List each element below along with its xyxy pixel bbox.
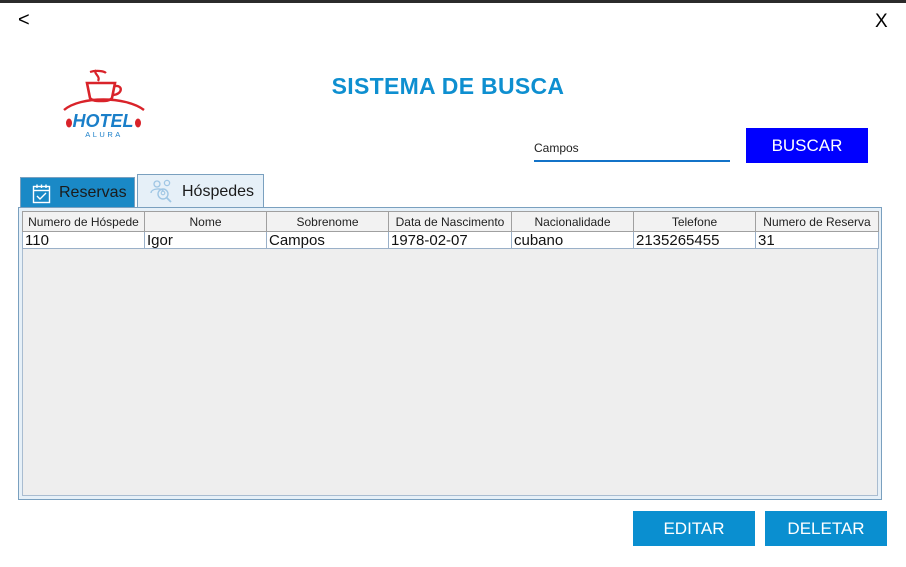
table-cell[interactable]: Igor <box>144 231 267 249</box>
column-header[interactable]: Telefone <box>633 211 756 232</box>
table-cell[interactable]: 110 <box>22 231 145 249</box>
guests-table-scrollpane[interactable]: Numero de Hóspede Nome Sobrenome Data de… <box>22 211 879 496</box>
column-header[interactable]: Sobrenome <box>266 211 389 232</box>
column-header[interactable]: Numero de Hóspede <box>22 211 145 232</box>
logo-text-main: HOTEL <box>73 111 134 131</box>
column-header[interactable]: Numero de Reserva <box>755 211 879 232</box>
table-cell[interactable]: cubano <box>511 231 634 249</box>
search-input[interactable] <box>534 136 730 162</box>
calendar-icon <box>31 183 53 205</box>
search-button[interactable]: BUSCAR <box>746 128 868 163</box>
logo-text-sub: ALURA <box>85 130 123 139</box>
column-header[interactable]: Data de Nascimento <box>388 211 512 232</box>
guests-search-icon <box>149 178 175 204</box>
window-top-border <box>0 0 906 3</box>
tab-hospedes-label: Hóspedes <box>182 183 255 200</box>
edit-button[interactable]: EDITAR <box>633 511 755 546</box>
table-header-row: Numero de Hóspede Nome Sobrenome Data de… <box>22 211 879 232</box>
coffee-cup-icon: HOTEL ALURA <box>63 69 145 139</box>
guests-table[interactable]: Numero de Hóspede Nome Sobrenome Data de… <box>22 211 879 249</box>
tab-reservas[interactable]: Reservas <box>20 177 135 208</box>
page-title: SISTEMA DE BUSCA <box>331 73 565 99</box>
table-cell[interactable]: 1978-02-07 <box>388 231 512 249</box>
table-cell[interactable]: 2135265455 <box>633 231 756 249</box>
back-button[interactable]: < <box>18 10 30 30</box>
tab-hospedes[interactable]: Hóspedes <box>137 174 264 208</box>
table-cell[interactable]: 31 <box>755 231 879 249</box>
table-row[interactable]: 110 Igor Campos 1978-02-07 cubano 213526… <box>22 231 879 249</box>
table-cell[interactable]: Campos <box>266 231 389 249</box>
delete-button[interactable]: DELETAR <box>765 511 887 546</box>
column-header[interactable]: Nacionalidade <box>511 211 634 232</box>
tab-content-panel: Numero de Hóspede Nome Sobrenome Data de… <box>18 207 882 500</box>
hotel-alura-logo: HOTEL ALURA <box>60 66 152 140</box>
tab-reservas-label: Reservas <box>59 184 127 201</box>
close-button[interactable]: X <box>875 12 888 32</box>
column-header[interactable]: Nome <box>144 211 267 232</box>
